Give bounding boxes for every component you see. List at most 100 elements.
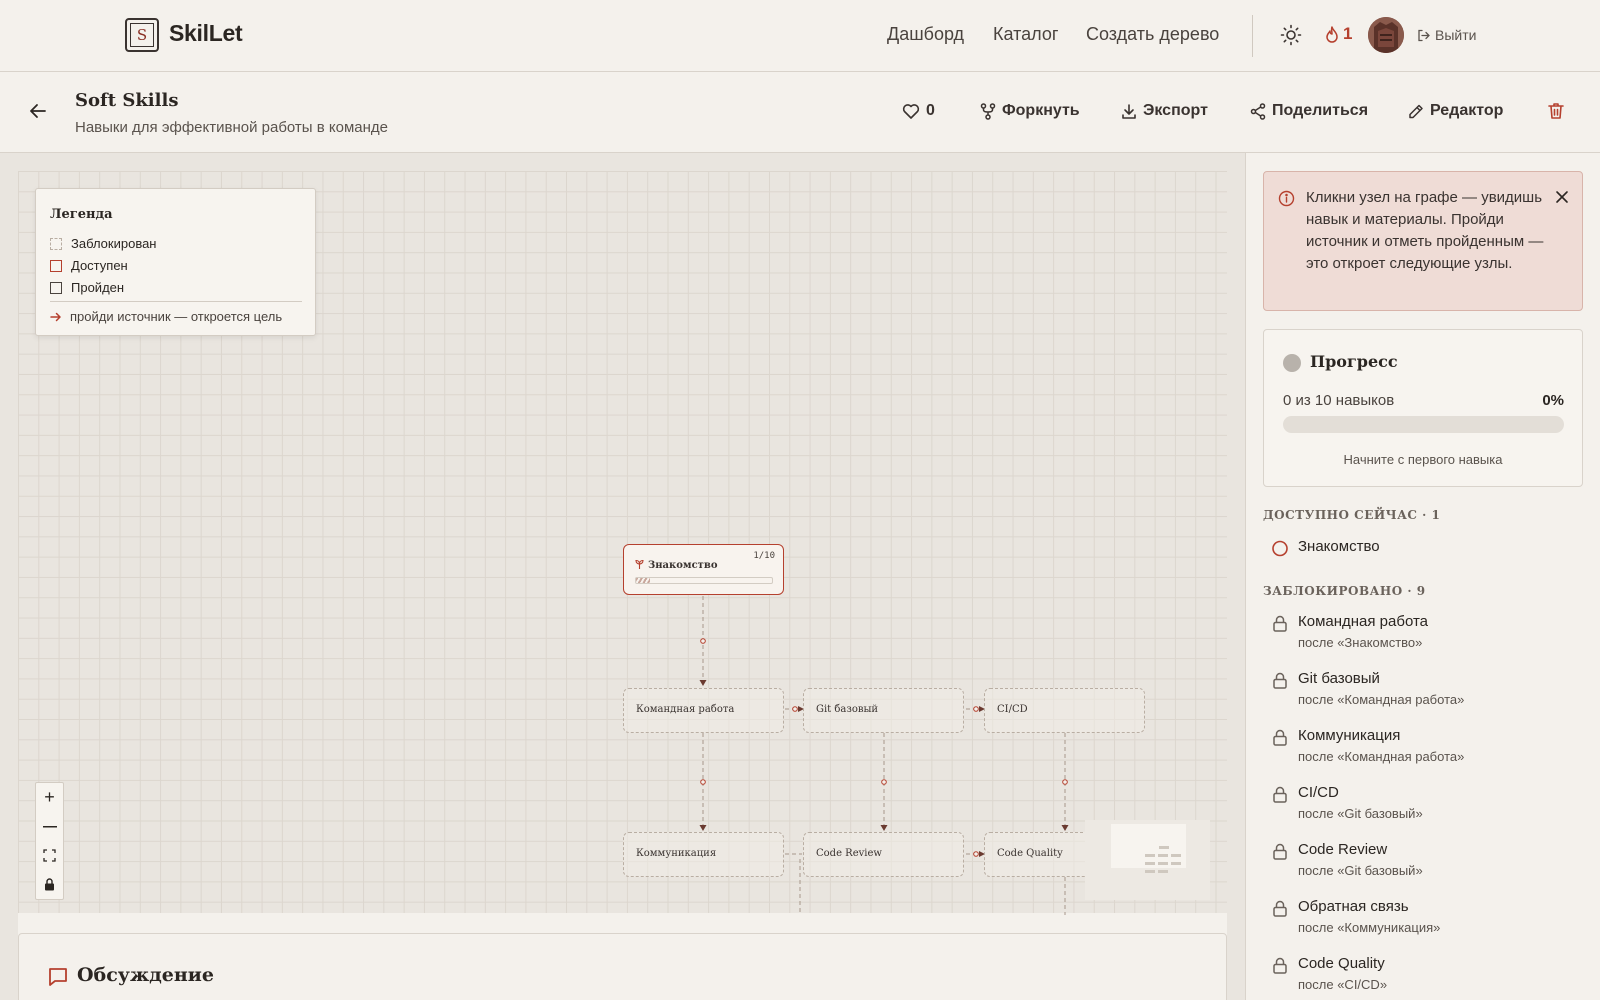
lock-icon <box>1273 786 1287 803</box>
legend-hint-label: пройди источник — откроется цель <box>70 309 283 324</box>
minimap[interactable] <box>1085 820 1210 900</box>
editor-button[interactable]: Редактор <box>1408 102 1503 120</box>
brand-name[interactable]: SkilLet <box>169 20 243 47</box>
streak-counter[interactable]: 1 <box>1325 24 1352 44</box>
logo-icon[interactable]: S <box>125 18 159 52</box>
share-button[interactable]: Поделиться <box>1250 102 1368 120</box>
skill-prerequisite: после «Git базовый» <box>1298 863 1423 878</box>
legend-available: Доступен <box>50 258 128 273</box>
lock-icon <box>1273 672 1287 689</box>
legend-locked: Заблокирован <box>50 236 156 251</box>
tree-title: Soft Skills <box>75 90 179 111</box>
zoom-out-icon[interactable] <box>36 812 63 841</box>
tree-subtitle: Навыки для эффективной работы в команде <box>75 119 388 136</box>
progress-percent: 0% <box>1542 392 1564 409</box>
lock-icon <box>1273 843 1287 860</box>
close-icon[interactable] <box>1554 189 1570 205</box>
chat-bubble-icon <box>49 968 67 986</box>
skill-name: Code Quality <box>1298 955 1385 972</box>
like-count: 0 <box>926 102 935 119</box>
logo-letter: S <box>130 23 154 47</box>
hint-banner: Кликни узел на графе — увидишь навык и м… <box>1263 171 1583 311</box>
back-arrow-icon[interactable] <box>28 101 48 121</box>
graph-node-code-review[interactable]: Code Review <box>803 832 964 877</box>
available-circle-icon <box>1272 540 1288 557</box>
canvas-margin <box>0 153 1245 171</box>
discussion-section: Обсуждение <box>18 933 1227 1000</box>
node-label: CI/CD <box>997 704 1028 715</box>
logout-label: Выйти <box>1435 27 1477 43</box>
info-icon <box>1278 190 1295 207</box>
progress-hint: Начните с первого навыка <box>1343 452 1503 467</box>
avatar[interactable] <box>1368 17 1404 53</box>
node-label: Code Review <box>816 848 882 859</box>
theme-toggle-sun-icon[interactable] <box>1280 24 1302 46</box>
lock-icon <box>1273 729 1287 746</box>
node-sprout-icon <box>635 559 644 569</box>
like-button[interactable]: 0 <box>902 102 935 120</box>
heart-icon <box>902 103 920 119</box>
graph-node-intro[interactable]: Знакомство 1/10 <box>623 544 784 595</box>
zoom-controls: + <box>35 782 64 900</box>
skill-prerequisite: после «Коммуникация» <box>1298 920 1441 935</box>
node-label: Знакомство <box>648 560 718 571</box>
nav-dashboard[interactable]: Дашборд <box>887 24 964 45</box>
zoom-in-icon[interactable]: + <box>36 783 63 812</box>
skill-prerequisite: после «Git базовый» <box>1298 806 1423 821</box>
export-button[interactable]: Экспорт <box>1121 102 1208 120</box>
progress-count: 0 из 10 навыков <box>1283 392 1395 409</box>
fork-button[interactable]: Форкнуть <box>980 102 1080 120</box>
legend-locked-label: Заблокирован <box>71 236 157 251</box>
lock-icon <box>1273 957 1287 974</box>
nav-catalog[interactable]: Каталог <box>993 24 1058 45</box>
skill-prerequisite: после «Командная работа» <box>1298 749 1465 764</box>
progress-title: Прогресс <box>1310 352 1398 371</box>
logout-button[interactable]: Выйти <box>1417 27 1476 43</box>
graph-legend: Легенда Заблокирован Доступен Пройден пр… <box>35 188 316 336</box>
available-section-heading: ДОСТУПНО СЕЙЧАС · 1 <box>1263 508 1441 522</box>
progress-bar <box>1283 416 1564 433</box>
progress-status-icon <box>1283 354 1301 372</box>
legend-done-label: Пройден <box>71 280 125 295</box>
skill-prerequisite: после «Знакомство» <box>1298 635 1423 650</box>
legend-edge-hint: пройди источник — откроется цель <box>50 309 282 324</box>
node-label: Командная работа <box>636 704 735 715</box>
skill-name: Code Review <box>1298 841 1388 858</box>
sidebar-divider <box>1245 153 1246 1000</box>
legend-title: Легенда <box>50 207 113 222</box>
download-icon <box>1122 103 1136 119</box>
skill-name: Коммуникация <box>1298 727 1401 744</box>
export-label: Экспорт <box>1143 102 1208 119</box>
streak-value: 1 <box>1343 24 1353 43</box>
editor-label: Редактор <box>1430 102 1504 119</box>
legend-done: Пройден <box>50 280 124 295</box>
flame-icon <box>1326 25 1338 43</box>
skill-prerequisite: после «Командная работа» <box>1298 692 1465 707</box>
canvas-margin <box>0 153 18 1000</box>
node-label: Git базовый <box>816 704 879 715</box>
skill-name: Командная работа <box>1298 613 1429 630</box>
node-progress-bar <box>635 577 773 584</box>
node-counter: 1/10 <box>753 551 775 561</box>
share-icon <box>1250 102 1266 120</box>
hint-text: Кликни узел на графе — увидишь навык и м… <box>1306 189 1544 272</box>
skill-prerequisite: после «CI/CD» <box>1298 977 1388 992</box>
fit-view-icon[interactable] <box>36 841 63 870</box>
graph-node-communication[interactable]: Коммуникация <box>623 832 784 877</box>
discussion-title: Обсуждение <box>77 964 214 986</box>
trash-icon[interactable] <box>1546 101 1566 121</box>
progress-card: Прогресс 0 из 10 навыков 0% Начните с пе… <box>1263 329 1583 487</box>
fork-label: Форкнуть <box>1002 102 1080 119</box>
nav-create-tree[interactable]: Создать дерево <box>1086 24 1219 45</box>
logout-icon <box>1418 29 1430 41</box>
tree-header: Soft Skills Навыки для эффективной работ… <box>0 72 1600 153</box>
graph-node-team[interactable]: Командная работа <box>623 688 784 733</box>
locked-section-heading: ЗАБЛОКИРОВАНО · 9 <box>1263 584 1426 598</box>
graph-node-git[interactable]: Git базовый <box>803 688 964 733</box>
arrow-right-icon <box>50 312 61 321</box>
top-nav: S SkilLet Дашборд Каталог Создать дерево… <box>0 0 1600 72</box>
lock-view-icon[interactable] <box>36 870 63 899</box>
legend-available-label: Доступен <box>71 258 128 273</box>
pencil-icon <box>1409 104 1423 118</box>
graph-node-cicd[interactable]: CI/CD <box>984 688 1145 733</box>
